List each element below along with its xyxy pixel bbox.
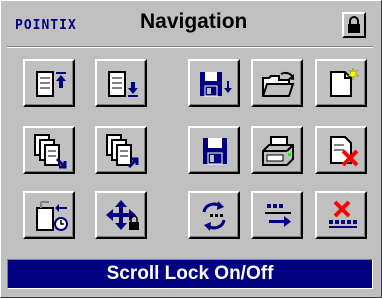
delete-items-icon [329, 200, 357, 228]
new-document-button[interactable] [315, 59, 367, 107]
print-icon [262, 136, 294, 166]
close-document-button[interactable] [315, 126, 367, 174]
save-down-button[interactable] [188, 59, 240, 107]
pages-previous-button[interactable] [95, 126, 147, 174]
brand-logo: POINTIX [15, 18, 77, 33]
goto-arrow-button[interactable] [251, 191, 303, 239]
pages-previous-icon [106, 134, 139, 169]
go-to-bottom-button[interactable] [95, 59, 147, 107]
title-separator [7, 46, 373, 48]
palette-title: Navigation [140, 10, 248, 33]
pages-next-icon [34, 134, 67, 169]
lock-button[interactable] [342, 12, 366, 38]
window-timer-icon [36, 201, 68, 231]
status-bar: Scroll Lock On/Off [7, 259, 373, 289]
close-document-icon [330, 136, 359, 167]
refresh-button[interactable] [188, 191, 240, 239]
delete-items-button[interactable] [315, 191, 367, 239]
navigation-palette: POINTIX Navigation Scroll Lock On/Off [0, 0, 382, 298]
new-document-icon [330, 67, 360, 97]
go-to-top-button[interactable] [23, 59, 75, 107]
save-icon [203, 138, 227, 165]
pages-next-button[interactable] [23, 126, 75, 174]
goto-arrow-icon [265, 204, 291, 227]
window-timer-button[interactable] [23, 191, 75, 239]
open-folder-icon [261, 71, 295, 97]
move-lock-button[interactable] [95, 191, 147, 239]
save-down-icon [200, 72, 232, 97]
open-folder-button[interactable] [251, 59, 303, 107]
go-to-bottom-icon [108, 71, 138, 97]
move-lock-icon [106, 200, 139, 230]
palette-titlebar[interactable]: POINTIX Navigation [7, 6, 373, 42]
refresh-icon [202, 201, 226, 231]
go-to-top-icon [36, 71, 66, 97]
save-button[interactable] [188, 126, 240, 174]
padlock-icon [348, 16, 360, 33]
print-button[interactable] [251, 126, 303, 174]
